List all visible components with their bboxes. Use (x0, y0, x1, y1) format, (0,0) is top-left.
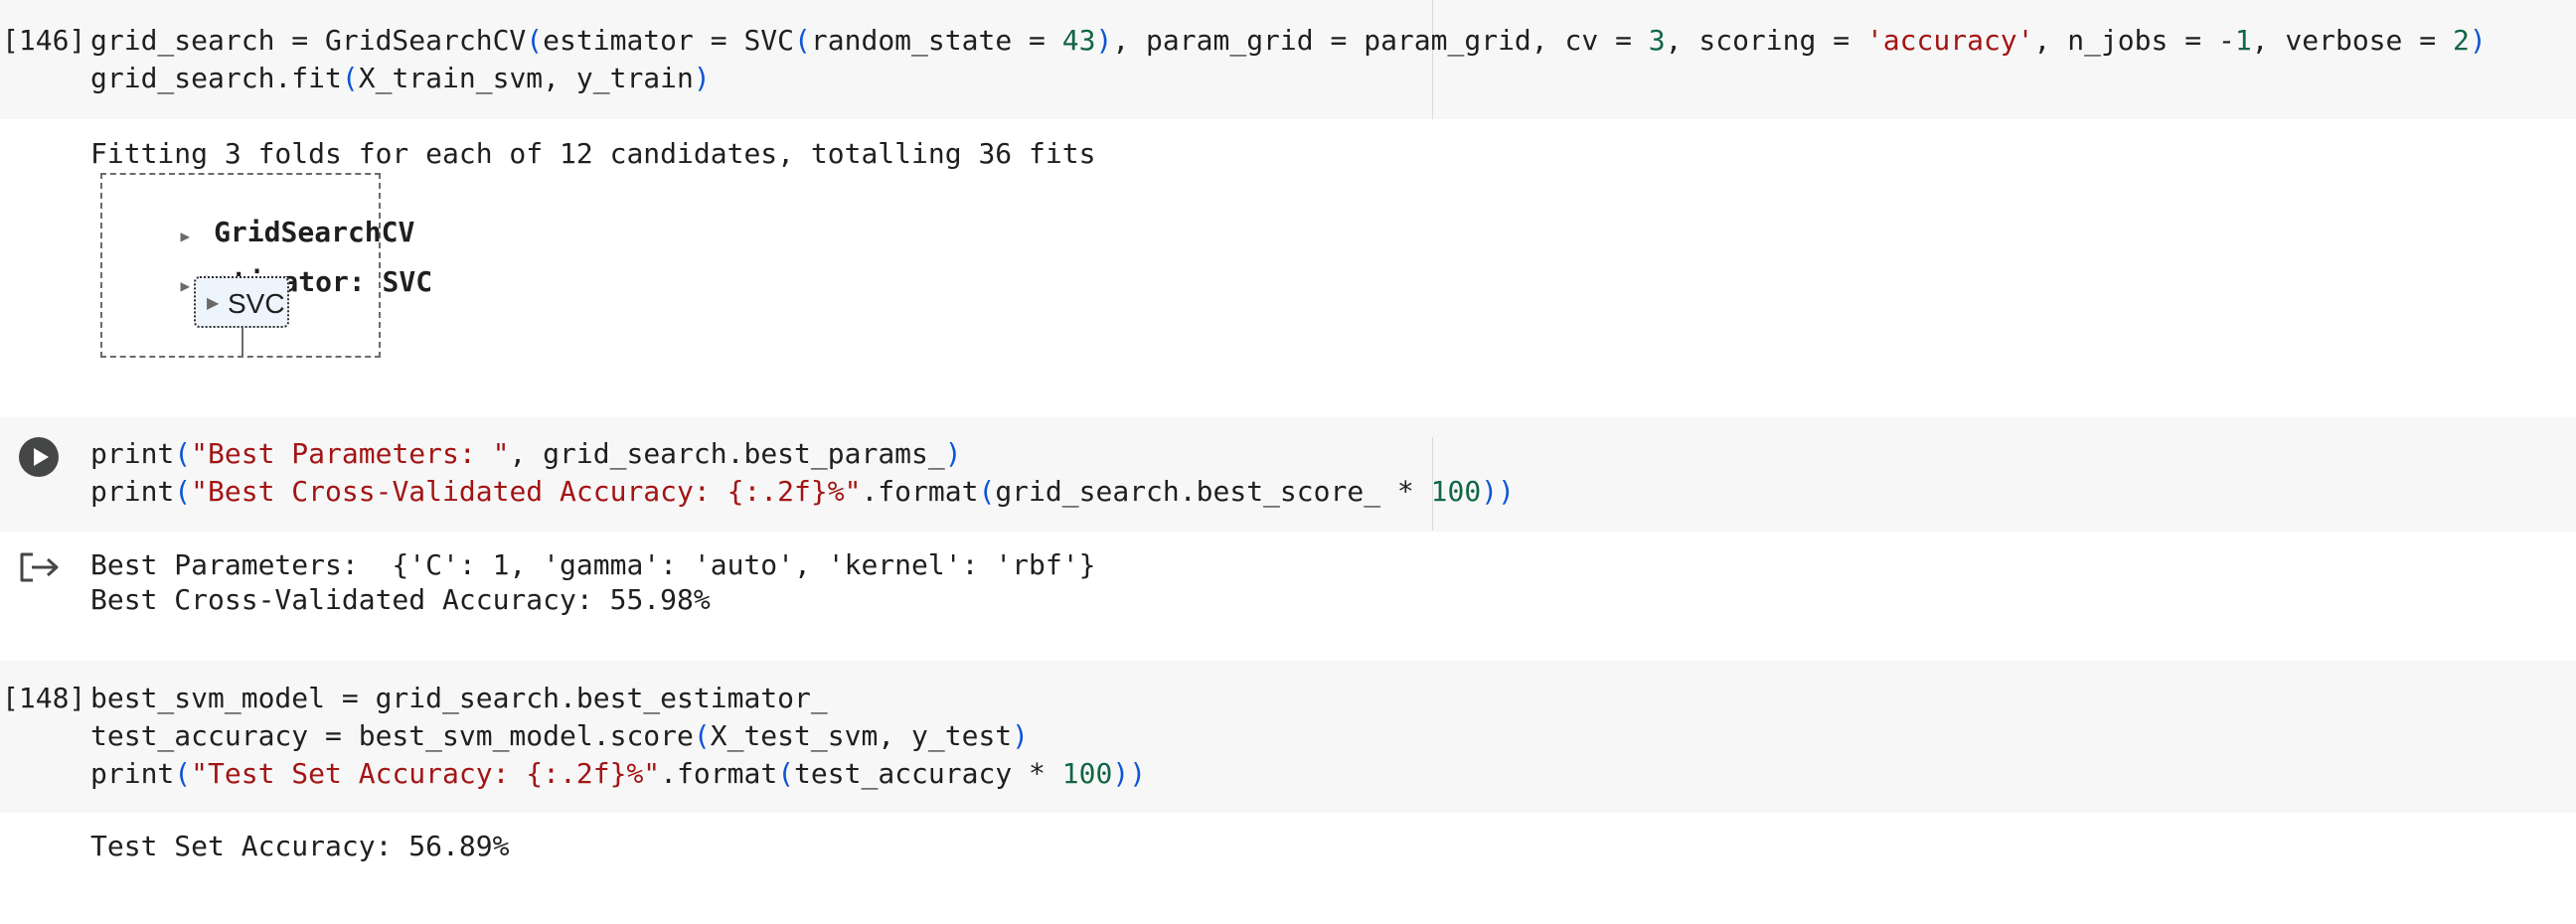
code-line[interactable]: grid_search.fit(X_train_svm, y_train) (90, 62, 711, 94)
line-length-ruler (1432, 0, 1433, 119)
svc-estimator-box[interactable]: ▶ SVC (194, 276, 289, 328)
execution-count: [146] (2, 24, 86, 57)
output-text: Fitting 3 folds for each of 12 candidate… (90, 137, 1096, 170)
code-line[interactable]: best_svm_model = grid_search.best_estima… (90, 682, 828, 714)
output-arrow-icon[interactable] (18, 548, 62, 586)
code-line[interactable]: grid_search = GridSearchCV(estimator = S… (90, 24, 2487, 57)
expand-triangle-icon: ▶ (207, 295, 220, 312)
output-line: Best Parameters: {'C': 1, 'gamma': 'auto… (90, 548, 1096, 581)
run-cell-button[interactable] (19, 437, 59, 477)
play-circle-icon (34, 448, 49, 466)
execution-count: [148] (2, 682, 86, 714)
code-line[interactable]: print("Best Parameters: ", grid_search.b… (90, 437, 962, 470)
expand-triangle-icon: ▶ (180, 276, 191, 295)
output-line: Best Cross-Validated Accuracy: 55.98% (90, 583, 711, 616)
code-cell-146[interactable] (0, 0, 2576, 119)
code-line[interactable]: test_accuracy = best_svm_model.score(X_t… (90, 719, 1029, 752)
svc-label: SVC (228, 288, 285, 319)
estimator-diagram: ▶ GridSearchCV ▶ estimator: SVC ▶ SVC (100, 173, 432, 358)
code-line[interactable]: print("Test Set Accuracy: {:.2f}%".forma… (90, 757, 1146, 790)
code-line[interactable]: print("Best Cross-Validated Accuracy: {:… (90, 475, 1515, 508)
output-line: Test Set Accuracy: 56.89% (90, 830, 510, 862)
diagram-connector (242, 328, 243, 358)
